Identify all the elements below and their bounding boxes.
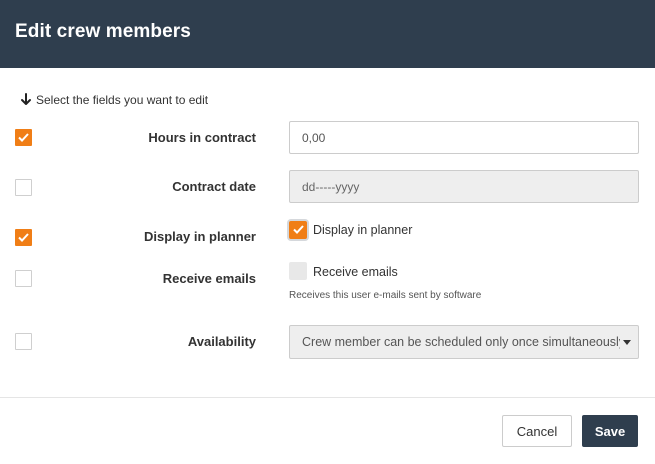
receive-emails-label: Receive emails bbox=[162, 271, 256, 286]
contract-date-label: Contract date bbox=[172, 179, 256, 194]
hours-in-contract-label: Hours in contract bbox=[148, 130, 256, 145]
save-button[interactable]: Save bbox=[582, 415, 638, 447]
display-in-planner-label: Display in planner bbox=[144, 229, 256, 244]
availability-select[interactable]: Crew member can be scheduled only once s… bbox=[289, 325, 639, 359]
contract-date-input[interactable]: dd-----yyyy bbox=[289, 170, 639, 203]
receive-emails-help: Receives this user e-mails sent by softw… bbox=[289, 290, 482, 301]
footer-divider bbox=[0, 397, 655, 398]
hours-in-contract-input[interactable]: 0,00 bbox=[289, 121, 639, 154]
intro-text: Select the fields you want to edit bbox=[36, 93, 209, 107]
receive-emails-checkbox[interactable] bbox=[15, 270, 32, 287]
display-in-planner-toggle[interactable] bbox=[289, 221, 307, 239]
intro-hint: Select the fields you want to edit bbox=[20, 93, 208, 107]
display-in-planner-option-label: Display in planner bbox=[313, 223, 413, 237]
checkmark-icon bbox=[293, 225, 304, 234]
dialog-header: Edit crew members bbox=[0, 0, 655, 68]
receive-emails-option-label: Receive emails bbox=[313, 265, 398, 279]
availability-selected-value: Crew member can be scheduled only once s… bbox=[302, 335, 620, 349]
dialog-title: Edit crew members bbox=[15, 21, 191, 42]
hours-in-contract-checkbox[interactable] bbox=[15, 129, 32, 146]
availability-checkbox[interactable] bbox=[15, 333, 32, 350]
cancel-button[interactable]: Cancel bbox=[502, 415, 572, 447]
availability-label: Availability bbox=[187, 334, 256, 349]
checkmark-icon bbox=[18, 233, 29, 242]
display-in-planner-checkbox[interactable] bbox=[15, 229, 32, 246]
contract-date-checkbox[interactable] bbox=[15, 179, 32, 196]
caret-down-icon bbox=[623, 340, 631, 345]
arrow-down-icon bbox=[20, 93, 32, 107]
checkmark-icon bbox=[18, 133, 29, 142]
receive-emails-toggle[interactable] bbox=[289, 262, 307, 280]
